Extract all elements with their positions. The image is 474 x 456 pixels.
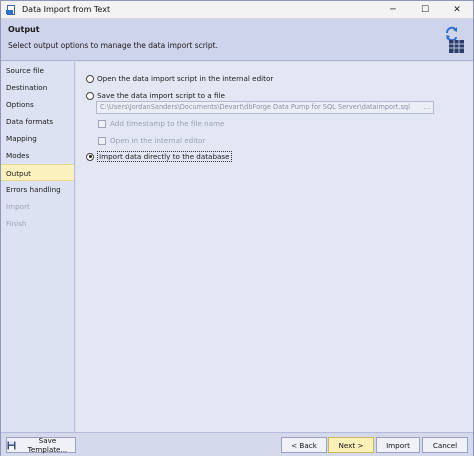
sidebar-item-output[interactable]: Output [1, 164, 74, 181]
page-subtitle: Select output options to manage the data… [8, 41, 218, 50]
wizard-sidebar: Source file Destination Options Data for… [1, 62, 75, 432]
dialog-window: Data Import from Text ─ ☐ ✕ Output Selec… [0, 0, 474, 456]
cancel-button[interactable]: Cancel [422, 437, 468, 453]
import-script-icon [446, 26, 464, 53]
floppy-disk-icon [7, 441, 16, 450]
file-path-value: C:\Users\JordanSanders\Documents\Devart\… [100, 103, 410, 111]
sidebar-item-source-file[interactable]: Source file [1, 62, 74, 79]
sidebar-item-finish: Finish [6, 219, 27, 228]
next-button[interactable]: Next > [328, 437, 374, 453]
open-internal-checkbox[interactable] [98, 136, 106, 145]
option-add-timestamp[interactable]: Add timestamp to the file name [98, 119, 224, 128]
import-directly-label: Import data directly to the database [97, 151, 232, 162]
back-button[interactable]: < Back [281, 437, 327, 453]
wizard-footer: Save Template... < Back Next > Import Ca… [1, 432, 473, 456]
title-bar: Data Import from Text ─ ☐ ✕ [1, 1, 473, 19]
add-timestamp-label: Add timestamp to the file name [110, 119, 225, 128]
save-template-button[interactable]: Save Template... [6, 436, 76, 454]
maximize-button[interactable]: ☐ [409, 1, 441, 19]
app-icon [6, 4, 16, 15]
save-template-label: Save Template... [27, 436, 68, 454]
option-open-internal[interactable]: Open in the internal editor [98, 136, 205, 145]
sidebar-item-errors-handling[interactable]: Errors handling [1, 181, 74, 198]
sidebar-item-destination[interactable]: Destination [1, 79, 74, 96]
add-timestamp-checkbox[interactable] [98, 119, 106, 128]
save-file-radio[interactable] [86, 91, 94, 100]
page-title: Output [8, 25, 40, 34]
output-options-panel: Open the data import script in the inter… [76, 62, 473, 432]
sidebar-item-import: Import [6, 202, 30, 211]
sidebar-item-options[interactable]: Options [1, 96, 74, 113]
minimize-button[interactable]: ─ [377, 1, 409, 19]
open-internal-label: Open in the internal editor [110, 136, 206, 145]
open-editor-label: Open the data import script in the inter… [97, 74, 274, 83]
import-directly-radio[interactable] [86, 152, 94, 161]
sidebar-item-data-formats[interactable]: Data formats [1, 113, 74, 130]
window-title: Data Import from Text [22, 5, 111, 14]
browse-button[interactable]: … [421, 102, 433, 113]
option-import-directly[interactable]: Import data directly to the database [86, 151, 232, 162]
option-save-file[interactable]: Save the data import script to a file [86, 91, 225, 100]
sidebar-item-mapping[interactable]: Mapping [1, 130, 74, 147]
import-button[interactable]: Import [376, 437, 420, 453]
file-path-input[interactable]: C:\Users\JordanSanders\Documents\Devart\… [96, 101, 434, 114]
sidebar-item-modes[interactable]: Modes [1, 147, 74, 164]
close-button[interactable]: ✕ [441, 1, 473, 19]
option-open-editor[interactable]: Open the data import script in the inter… [86, 74, 273, 83]
save-file-label: Save the data import script to a file [97, 91, 225, 100]
open-editor-radio[interactable] [86, 74, 94, 83]
page-header: Output Select output options to manage t… [1, 19, 473, 61]
